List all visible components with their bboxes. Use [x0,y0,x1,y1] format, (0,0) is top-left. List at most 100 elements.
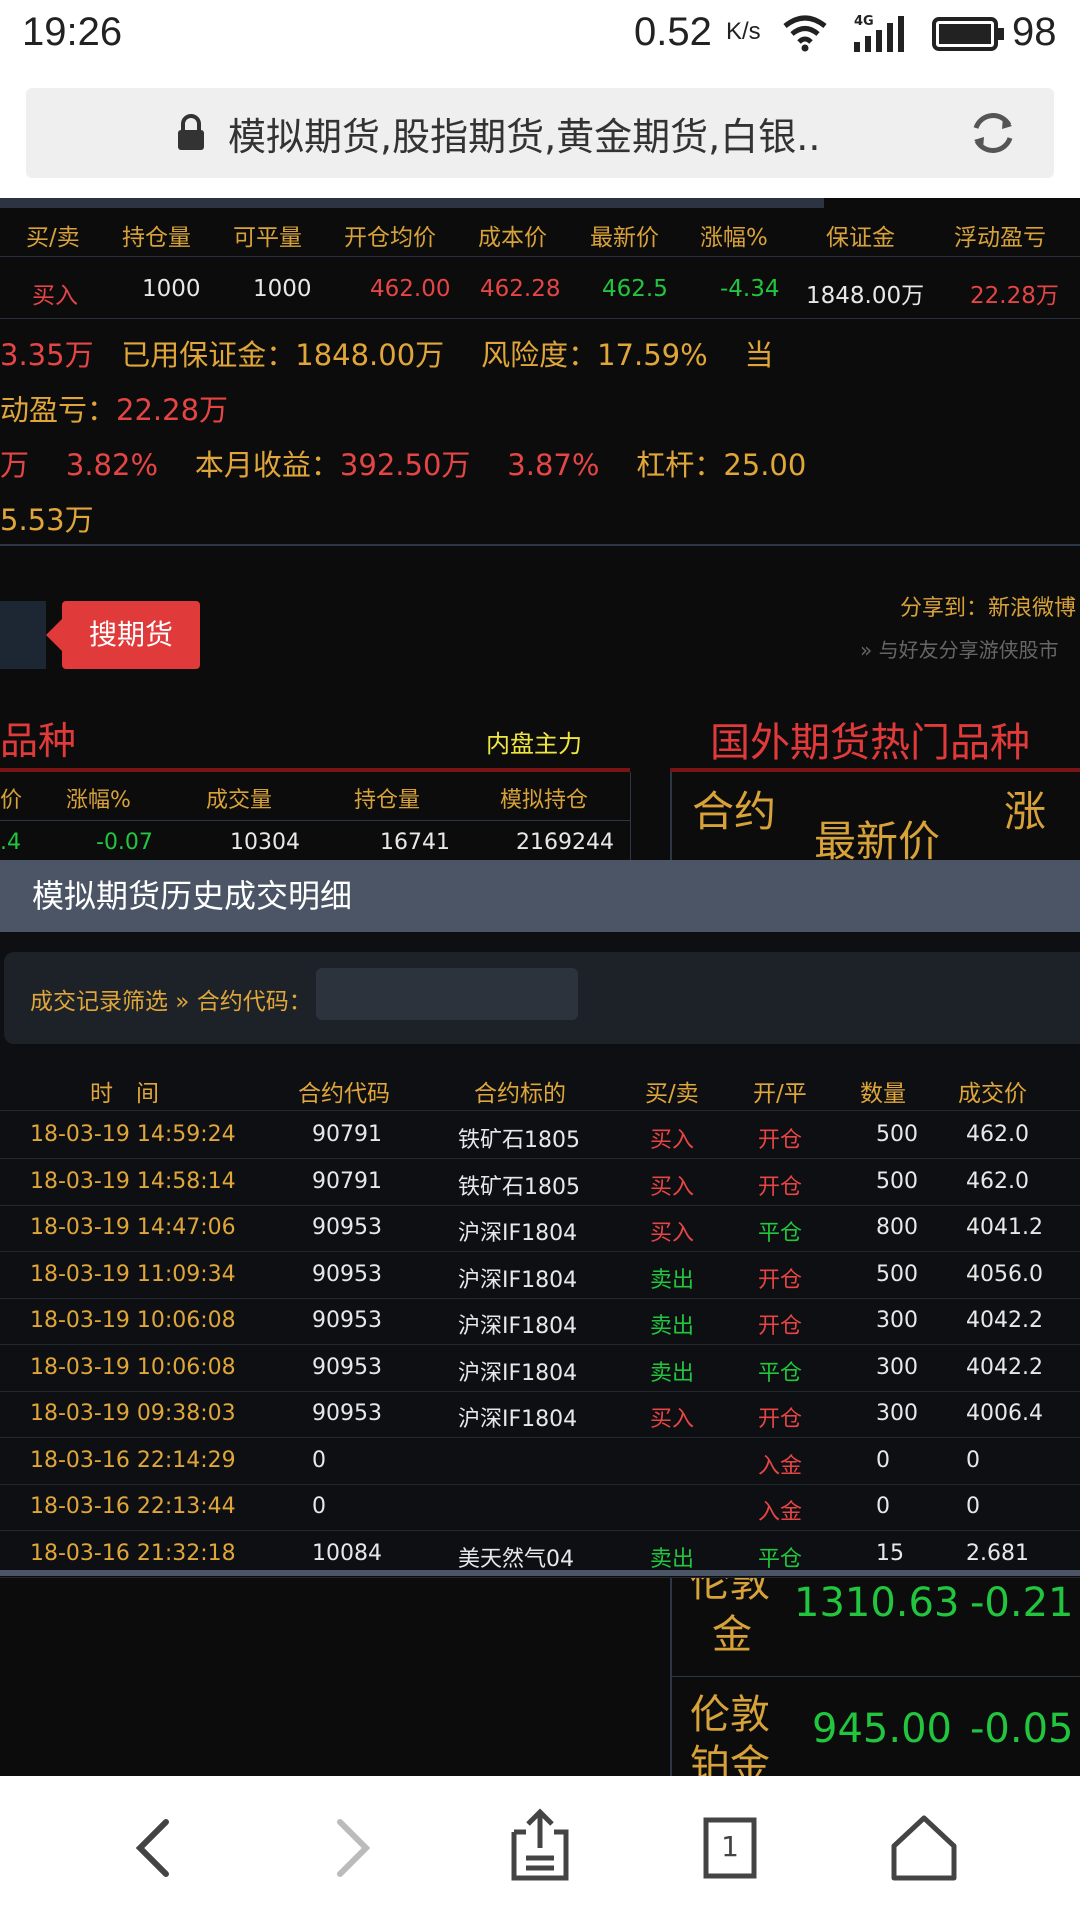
summary-value: 5.53万 [0,503,94,537]
table-row[interactable]: 18-03-19 14:58:14 90791 铁矿石1805 买入 开仓 500 462.… [0,1159,1080,1206]
col-holding: 持仓量 [122,225,191,251]
battery-icon [932,17,1004,51]
history-cell-qty: 15 [876,1540,904,1566]
history-cell-time: 18-03-19 09:38:03 [30,1401,236,1426]
history-cell-oc: 开仓 [758,1128,803,1153]
summary-line-2: 动盈亏：22.28万 [0,387,228,429]
col-quantity: 数量 [860,1081,906,1107]
history-cell-code: 0 [312,1494,326,1519]
col-change: 涨幅% [700,225,768,251]
position-table-header: 买/卖 持仓量 可平量 开仓均价 成本价 最新价 涨幅% 保证金 浮动盈亏 [0,210,1080,257]
col-side: 买/卖 [26,225,80,251]
col-change: 涨 [1004,787,1047,836]
history-cell-code: 90953 [312,1261,382,1287]
used-margin: 1848.00万 [295,338,445,372]
history-cell-target: 沪深IF1804 [458,1267,578,1293]
summary-value: 3.35万 [0,338,94,372]
history-cell-time: 18-03-19 14:47:06 [30,1215,236,1240]
history-cell-oc: 入金 [758,1453,803,1479]
table-row[interactable]: 18-03-19 10:06:08 90953 沪深IF1804 卖出 开仓 300 404… [0,1298,1080,1345]
search-futures-button[interactable]: 搜期货 [62,601,200,669]
domestic-row[interactable]: .4 -0.07 10304 16741 2169244 [0,820,630,860]
foreign-row[interactable]: 伦敦 金 1310.63 -0.21 [672,1578,1080,1677]
contract-code-input[interactable] [316,968,578,1020]
history-cell-code: 0 [312,1447,326,1473]
table-row[interactable]: 18-03-19 14:47:06 90953 沪深IF1804 买入 平仓 800 404… [0,1205,1080,1252]
share-label[interactable]: 分享到：新浪微博 [900,590,1076,622]
refresh-icon[interactable] [968,108,1018,158]
history-bottom-bar [0,1570,1080,1576]
risk-degree: 17.59% [597,338,708,372]
history-cell-oc: 平仓 [758,1221,803,1246]
browser-bottom-nav: 1 [0,1776,1080,1920]
cell-cost: 462.28 [480,276,561,302]
history-cell-target: 铁矿石1805 [458,1174,580,1200]
domestic-title: 品种 [0,719,77,763]
tabs-button[interactable]: 1 [690,1808,770,1888]
address-bar[interactable]: 模拟期货,股指期货,黄金期货,白银.. [26,88,1054,178]
table-row[interactable]: 18-03-19 09:38:03 90953 沪深IF1804 买入 开仓 300 400… [0,1391,1080,1438]
history-cell-code: 90953 [312,1308,382,1333]
history-cell-price: 0 [966,1447,980,1473]
col-contract: 合约 [692,787,777,836]
filter-label: 成交记录筛选 » 合约代码： [30,989,312,1015]
table-row[interactable]: 18-03-19 11:09:34 90953 沪深IF1804 卖出 开仓 500 405… [0,1252,1080,1299]
history-cell-target: 沪深IF1804 [458,1221,578,1246]
col-cost: 成本价 [478,225,547,251]
history-cell-target: 沪深IF1804 [458,1407,578,1432]
summary-line-1: 3.35万 已用保证金：1848.00万 风险度：17.59% 当 [0,332,774,374]
foreign-table-top: 合约 最新价 涨 [670,772,1080,864]
history-cell-code: 90791 [312,1122,382,1147]
history-cell-price: 2.681 [966,1540,1029,1566]
history-cell-oc: 入金 [758,1500,803,1525]
monthly-profit: 392.50万 [339,448,471,482]
summary-label: 风险度： [481,338,598,372]
domestic-tag[interactable]: 内盘主力 [486,724,582,759]
history-cell-code: 90953 [312,1215,382,1240]
history-cell-side: 卖出 [650,1360,695,1386]
table-row[interactable]: 18-03-16 22:14:29 0 入金 0 0 [0,1438,1080,1485]
forward-icon[interactable] [312,1808,392,1888]
home-icon[interactable] [884,1808,964,1888]
monthly-percent: 3.87% [507,448,600,482]
browser-toolbar: 模拟期货,股指期货,黄金期货,白银.. [0,68,1080,198]
col-closable: 可平量 [233,225,302,251]
history-cell-target: 铁矿石1805 [458,1128,580,1153]
share-sub[interactable]: » 与好友分享游侠股市 [860,634,1059,663]
history-cell-price: 4056.0 [966,1261,1043,1287]
history-cell-target: 沪深IF1804 [458,1314,578,1339]
history-cell-oc: 开仓 [758,1407,803,1432]
history-cell-oc: 开仓 [758,1267,803,1293]
history-title: 模拟期货历史成交明细 [0,860,1080,932]
history-cell-qty: 300 [876,1401,918,1426]
history-cell-price: 0 [966,1494,980,1519]
cell-holding: 1000 [142,276,201,302]
col-time: 时 间 [90,1081,159,1107]
page-title: 模拟期货,股指期货,黄金期货,白银.. [228,115,821,159]
history-cell-time: 18-03-19 10:06:08 [30,1308,236,1333]
history-table-header: 时 间 合约代码 合约标的 买/卖 开/平 数量 成交价 [0,1074,1080,1111]
foreign-row[interactable]: 伦敦 铂金 945.00 -0.05 [672,1678,1080,1776]
back-icon[interactable] [114,1808,194,1888]
battery-level: 98 [1012,10,1057,54]
history-cell-side: 卖出 [650,1267,695,1293]
cell-change: -0.07 [96,830,153,855]
history-cell-time: 18-03-19 14:59:24 [30,1122,236,1147]
history-cell-qty: 500 [876,1261,918,1287]
history-cell-code: 10084 [312,1540,382,1566]
history-cell-qty: 0 [876,1494,890,1519]
col-price: 价 [0,788,23,813]
table-row[interactable]: 18-03-19 14:59:24 90791 铁矿石1805 买入 开仓 500 462.… [0,1112,1080,1159]
history-cell-qty: 300 [876,1308,918,1333]
tabs-count: 1 [721,1830,739,1863]
position-row[interactable]: 买入 1000 1000 462.00 462.28 462.5 -4.34 1… [0,258,1080,319]
col-contract-code: 合约代码 [298,1081,390,1107]
history-cell-oc: 平仓 [758,1360,803,1386]
search-field[interactable] [0,601,46,669]
history-cell-side: 买入 [650,1174,695,1200]
summary-percent: 3.82% [65,448,159,482]
table-row[interactable]: 18-03-16 22:13:44 0 入金 0 0 [0,1484,1080,1531]
table-row[interactable]: 18-03-19 10:06:08 90953 沪深IF1804 卖出 平仓 300 404… [0,1345,1080,1392]
share-icon[interactable] [500,1808,580,1888]
col-contract-target: 合约标的 [474,1081,566,1107]
